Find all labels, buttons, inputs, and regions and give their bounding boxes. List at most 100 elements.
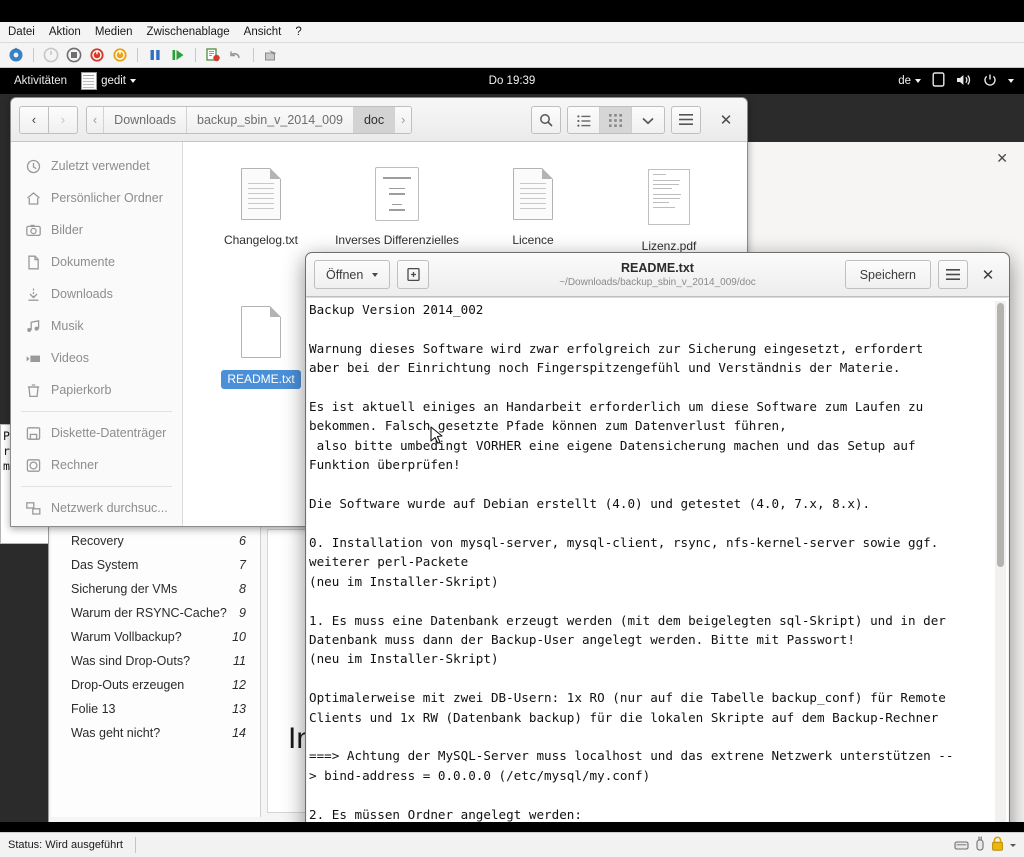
text-editor-header-actions: Speichern ✕: [844, 260, 1001, 289]
list-item[interactable]: Warum Vollbackup? 10: [51, 625, 260, 649]
menu-medien[interactable]: Medien: [95, 22, 133, 43]
file-thumbnail: [237, 164, 285, 224]
sidebar-item-pictures[interactable]: Bilder: [11, 214, 182, 246]
close-icon[interactable]: ✕: [975, 262, 1001, 288]
file-thumbnail: [237, 302, 285, 362]
text-editor-header: Öffnen README.txt ~/Downloads/backup_sbi…: [306, 253, 1009, 297]
status-expand-icon[interactable]: [1010, 843, 1016, 847]
menu-datei[interactable]: Datei: [8, 22, 35, 43]
chevron-down-icon[interactable]: [1008, 79, 1014, 83]
sidebar-item-videos[interactable]: Videos: [11, 342, 182, 374]
list-item[interactable]: Was geht nicht? 14: [51, 721, 260, 745]
list-view-icon[interactable]: [568, 106, 600, 133]
sidebar-item-label: Papierkorb: [51, 383, 112, 397]
open-button-label: Öffnen: [326, 267, 364, 282]
menu-icon[interactable]: [671, 105, 701, 134]
screen-icon[interactable]: [932, 72, 945, 90]
list-item[interactable]: Was sind Drop-Outs? 11: [51, 649, 260, 673]
back-button[interactable]: ‹: [19, 105, 49, 134]
sidebar-item-label: Musik: [51, 319, 84, 333]
sidebar-item-downloads[interactable]: Downloads: [11, 278, 182, 310]
scrollbar[interactable]: [995, 301, 1006, 822]
file-text-content[interactable]: Backup Version 2014_002 Warnung dieses S…: [309, 300, 992, 822]
menu-aktion[interactable]: Aktion: [49, 22, 81, 43]
power-off-icon[interactable]: [41, 45, 61, 65]
outline-page: 7: [239, 558, 246, 572]
play-icon[interactable]: [168, 45, 188, 65]
menu-zwischenablage[interactable]: Zwischenablage: [147, 22, 230, 43]
sidebar: Zuletzt verwendet Persönlicher Ordner Bi…: [11, 142, 183, 526]
open-button[interactable]: Öffnen: [314, 260, 391, 289]
undo-icon[interactable]: [226, 45, 246, 65]
list-item[interactable]: Warum der RSYNC-Cache? 9: [51, 601, 260, 625]
breadcrumb-item-downloads[interactable]: Downloads: [104, 106, 188, 133]
mouse-cursor: [430, 426, 443, 444]
list-item[interactable]: Drop-Outs erzeugen 12: [51, 673, 260, 697]
sidebar-item-documents[interactable]: Dokumente: [11, 246, 182, 278]
clock[interactable]: Do 19:39: [489, 75, 536, 87]
toolbar-separator: [253, 48, 254, 62]
list-item[interactable]: Das System 7: [51, 553, 260, 577]
sidebar-item-music[interactable]: Musik: [11, 310, 182, 342]
status-label: Status: Wird ausgeführt: [8, 839, 123, 851]
pdf-preview-icon: [375, 167, 419, 221]
app-menu[interactable]: gedit: [81, 72, 136, 90]
close-icon[interactable]: ✕: [713, 107, 739, 133]
breadcrumb: ‹ Downloads backup_sbin_v_2014_009 doc ›: [86, 105, 413, 134]
sidebar-item-home[interactable]: Persönlicher Ordner: [11, 182, 182, 214]
search-icon[interactable]: [531, 105, 561, 134]
sidebar-item-computer[interactable]: Rechner: [11, 449, 182, 481]
close-icon[interactable]: ✕: [996, 150, 1008, 167]
save-button[interactable]: Speichern: [844, 260, 931, 289]
discard-icon[interactable]: [261, 45, 281, 65]
chevron-down-icon[interactable]: [632, 106, 664, 133]
outline-title: Das System: [71, 558, 139, 572]
pause-icon[interactable]: [145, 45, 165, 65]
grid-view-icon[interactable]: [600, 106, 632, 133]
breadcrumb-prev-button[interactable]: ‹: [87, 106, 105, 133]
sidebar-item-floppy[interactable]: Diskette-Datenträger: [11, 417, 182, 449]
sidebar-item-label: Videos: [51, 351, 89, 365]
outline-title: Drop-Outs erzeugen: [71, 678, 185, 692]
screenshot-icon[interactable]: [203, 45, 223, 65]
breadcrumb-next-button[interactable]: ›: [395, 106, 412, 133]
file-item-licence[interactable]: Licence: [465, 154, 601, 266]
outline-title: Warum der RSYNC-Cache?: [71, 606, 227, 620]
file-item-lizenz-pdf[interactable]: Lizenz.pdf: [601, 154, 737, 266]
new-tab-icon[interactable]: [397, 260, 430, 289]
sidebar-item-trash[interactable]: Papierkorb: [11, 374, 182, 406]
file-item-changelog[interactable]: Changelog.txt: [193, 154, 329, 266]
sidebar-item-connect-server[interactable]: Mit Server verbinden: [11, 524, 182, 526]
outline-title: Folie 13: [71, 702, 116, 716]
menu-ansicht[interactable]: Ansicht: [244, 22, 282, 43]
text-editor-content-area[interactable]: Backup Version 2014_002 Warnung dieses S…: [307, 297, 1008, 822]
scrollbar-thumb[interactable]: [997, 303, 1004, 568]
power-icon[interactable]: [983, 73, 997, 90]
virtualbox-menubar: Datei Aktion Medien Zwischenablage Ansic…: [0, 22, 1024, 43]
text-editor-window: Öffnen README.txt ~/Downloads/backup_sbi…: [305, 252, 1010, 822]
list-item[interactable]: Recovery 6: [51, 529, 260, 553]
menu-help[interactable]: ?: [295, 22, 301, 43]
poweroff-orange-icon[interactable]: [110, 45, 130, 65]
activities-button[interactable]: Aktivitäten: [14, 75, 67, 87]
usb-icon[interactable]: [975, 836, 985, 854]
keyboard-layout-indicator[interactable]: de: [898, 75, 921, 87]
sidebar-item-recent[interactable]: Zuletzt verwendet: [11, 150, 182, 182]
hamburger-icon[interactable]: [938, 260, 968, 289]
file-manager-header: ‹ › ‹ Downloads backup_sbin_v_2014_009 d…: [11, 98, 747, 142]
stop-icon[interactable]: [64, 45, 84, 65]
breadcrumb-item-doc[interactable]: doc: [353, 106, 396, 133]
lock-icon[interactable]: [991, 836, 1004, 854]
settings-icon[interactable]: [6, 45, 26, 65]
breadcrumb-item-backup[interactable]: backup_sbin_v_2014_009: [187, 106, 354, 133]
list-item[interactable]: Folie 13 13: [51, 697, 260, 721]
chevron-down-icon: [372, 272, 379, 277]
list-item[interactable]: Sicherung der VMs 8: [51, 577, 260, 601]
file-item-inverses-pdf[interactable]: Inverses Differenzielles Backup.pdf: [329, 154, 465, 266]
volume-icon[interactable]: [956, 73, 972, 90]
sidebar-item-network[interactable]: Netzwerk durchsuc...: [11, 492, 182, 524]
acpi-shutdown-icon[interactable]: [87, 45, 107, 65]
forward-button[interactable]: ›: [48, 105, 78, 134]
sidebar-item-label: Netzwerk durchsuc...: [51, 501, 168, 515]
harddisk-icon[interactable]: [954, 837, 969, 854]
